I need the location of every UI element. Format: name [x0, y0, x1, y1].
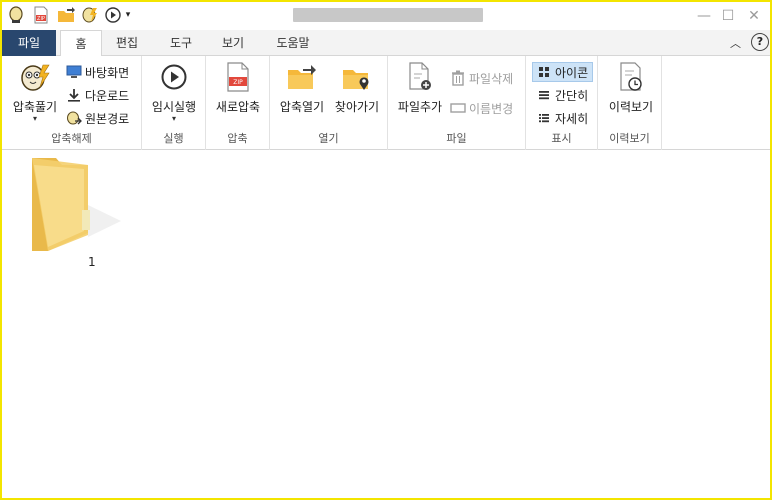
- rename-file-button[interactable]: 이름변경: [450, 98, 513, 118]
- extract-dropdown-icon[interactable]: ▾: [10, 115, 60, 123]
- add-file-icon: [404, 62, 436, 92]
- history-button[interactable]: 이력보기: [604, 62, 658, 115]
- ribbon-tabs: 파일 홈 편집 도구 보기 도움말 ︿ ?: [2, 30, 770, 57]
- view-details-label: 자세히: [555, 111, 589, 126]
- folder-icon: [32, 158, 121, 251]
- open-group: 압축열기 찾아가기 열기: [270, 56, 388, 150]
- compress-group: ZIP 새로압축 압축: [206, 56, 270, 150]
- play-icon[interactable]: [104, 6, 122, 24]
- title-bar: ZIP ▾ — ☐ ✕: [2, 2, 770, 30]
- tab-help[interactable]: 도움말: [268, 30, 318, 56]
- trash-icon: [450, 70, 466, 86]
- view-icons-button[interactable]: 아이콘: [532, 62, 594, 82]
- tab-home[interactable]: 홈: [60, 30, 102, 57]
- list-icon: [536, 87, 552, 103]
- extract-button[interactable]: 압축풀기 ▾: [10, 62, 60, 123]
- compress-group-label: 압축: [227, 132, 248, 145]
- delete-file-button[interactable]: 파일삭제: [450, 68, 513, 88]
- history-icon: [615, 62, 647, 92]
- rename-icon: [450, 100, 466, 116]
- tab-file[interactable]: 파일: [2, 30, 56, 56]
- source-path-icon: [66, 110, 82, 126]
- file-group-label: 파일: [446, 132, 467, 145]
- tab-view[interactable]: 보기: [212, 30, 254, 56]
- collapse-ribbon-icon[interactable]: ︿: [730, 35, 741, 51]
- file-list-area[interactable]: 1: [2, 151, 770, 498]
- minimize-button[interactable]: —: [692, 6, 716, 26]
- add-file-label: 파일추가: [397, 100, 443, 114]
- download-icon: [66, 87, 82, 103]
- file-group: 파일추가 파일삭제 이름변경 파일: [388, 56, 526, 150]
- find-location-button[interactable]: 찾아가기: [330, 62, 384, 115]
- close-button[interactable]: ✕: [742, 6, 766, 26]
- run-group: 임시실행 ▾ 실행: [142, 56, 206, 150]
- open-archive-label: 압축열기: [279, 100, 325, 114]
- file-name: 1: [88, 255, 96, 269]
- maximize-button[interactable]: ☐: [716, 6, 740, 26]
- view-details-button[interactable]: 자세히: [536, 108, 588, 128]
- desktop-icon: [66, 64, 82, 80]
- add-file-button[interactable]: 파일추가: [394, 62, 446, 115]
- extract-source-path-button[interactable]: 원본경로: [66, 108, 129, 128]
- history-group: 이력보기 이력보기: [598, 56, 662, 150]
- open-group-label: 열기: [318, 132, 339, 145]
- view-group-label: 표시: [551, 132, 572, 145]
- view-icons-label: 아이콘: [555, 65, 589, 80]
- tab-tools[interactable]: 도구: [160, 30, 202, 56]
- new-compress-button[interactable]: ZIP 새로압축: [212, 62, 264, 115]
- view-list-button[interactable]: 간단히: [536, 85, 588, 105]
- open-archive-button[interactable]: 압축열기: [276, 62, 328, 115]
- extract-label: 압축풀기: [12, 100, 58, 114]
- view-group: 아이콘 간단히 자세히 표시: [526, 56, 598, 150]
- temp-run-label: 임시실행: [151, 100, 197, 114]
- help-icon[interactable]: ?: [751, 33, 769, 51]
- delete-file-label: 파일삭제: [469, 71, 514, 86]
- rename-file-label: 이름변경: [469, 101, 514, 116]
- new-zip-icon: ZIP: [222, 62, 254, 92]
- run-group-label: 실행: [163, 132, 184, 145]
- open-folder-icon[interactable]: [57, 6, 75, 24]
- find-location-icon: [341, 62, 373, 92]
- view-list-label: 간단히: [555, 88, 589, 103]
- window-title: [293, 8, 483, 22]
- tab-edit[interactable]: 편집: [106, 30, 148, 56]
- extract-desktop-label: 바탕화면: [85, 65, 130, 80]
- temp-run-dropdown-icon[interactable]: ▾: [148, 115, 200, 123]
- app-logo-icon[interactable]: [7, 6, 25, 24]
- extract-icon[interactable]: [81, 6, 99, 24]
- history-group-label: 이력보기: [609, 132, 650, 145]
- extract-desktop-button[interactable]: 바탕화면: [66, 62, 129, 82]
- ribbon: 압축풀기 ▾ 바탕화면 다운로드 원본경로 압축해제 임시실행 ▾ 실행 ZIP…: [2, 56, 770, 150]
- svg-text:ZIP: ZIP: [37, 16, 45, 22]
- new-compress-label: 새로압축: [215, 100, 261, 114]
- open-archive-icon: [286, 62, 318, 92]
- svg-text:ZIP: ZIP: [233, 79, 243, 86]
- details-icon: [536, 110, 552, 126]
- app-window: ZIP ▾ — ☐ ✕ 파일 홈 편집 도구 보기 도움말 ︿ ? 압축풀기 ▾…: [0, 0, 772, 500]
- zip-icon[interactable]: ZIP: [32, 6, 50, 24]
- extract-source-path-label: 원본경로: [85, 111, 130, 126]
- customize-dropdown-icon[interactable]: ▾: [123, 6, 133, 24]
- find-location-label: 찾아가기: [334, 100, 380, 114]
- extract-downloads-button[interactable]: 다운로드: [66, 85, 129, 105]
- temp-run-button[interactable]: 임시실행 ▾: [148, 62, 200, 123]
- extract-group-label: 압축해제: [51, 132, 92, 145]
- grid-icon: [536, 64, 552, 80]
- extract-downloads-label: 다운로드: [85, 88, 130, 103]
- extract-group: 압축풀기 ▾ 바탕화면 다운로드 원본경로 압축해제: [2, 56, 142, 150]
- history-label: 이력보기: [608, 100, 654, 114]
- extract-mascot-icon: [19, 62, 51, 92]
- run-play-icon: [158, 62, 190, 92]
